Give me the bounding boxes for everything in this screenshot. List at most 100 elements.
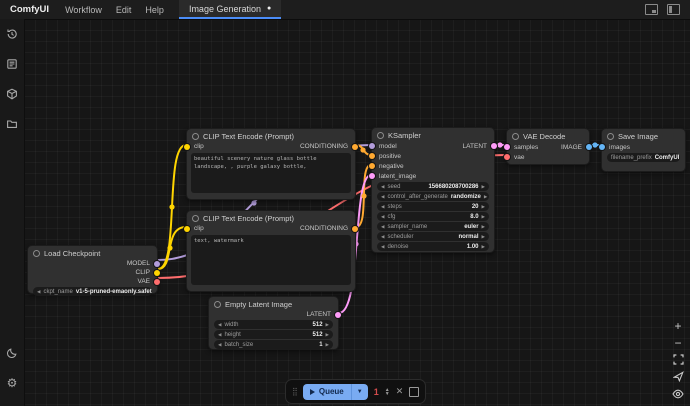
- comfyui-logo[interactable]: ComfyUI: [0, 4, 58, 15]
- output-slot-clip[interactable]: [154, 270, 160, 276]
- node-title-bar[interactable]: KSampler: [372, 128, 494, 141]
- decrement-icon[interactable]: [381, 244, 384, 250]
- prev-value-icon[interactable]: [381, 224, 384, 230]
- increment-icon[interactable]: [326, 342, 329, 348]
- workflows-folder-icon[interactable]: [0, 109, 24, 139]
- input-slot-positive[interactable]: [369, 153, 375, 159]
- widget-denoise[interactable]: denoise 1.00: [377, 242, 489, 251]
- increment-icon[interactable]: [482, 184, 485, 190]
- next-value-icon[interactable]: [482, 224, 485, 230]
- next-value-icon[interactable]: [482, 234, 485, 240]
- menu-help[interactable]: Help: [138, 5, 171, 15]
- input-slot-images[interactable]: [599, 144, 605, 150]
- zoom-in-button[interactable]: +: [671, 320, 685, 331]
- increment-icon[interactable]: [482, 214, 485, 220]
- widget-scheduler[interactable]: scheduler normal: [377, 232, 489, 241]
- node-title-bar[interactable]: VAE Decode: [507, 129, 589, 142]
- stop-icon[interactable]: [409, 387, 419, 397]
- widget-ckpt-name[interactable]: ckpt_name v1-5-pruned-emaonly.safete...: [33, 287, 152, 296]
- node-clip-text-encode-negative[interactable]: CLIP Text Encode (Prompt) clip CONDITION…: [186, 210, 356, 292]
- widget-steps[interactable]: steps 20: [377, 202, 489, 211]
- menu-workflow[interactable]: Workflow: [58, 5, 109, 15]
- select-mode-button[interactable]: [671, 371, 685, 382]
- increment-icon[interactable]: [482, 204, 485, 210]
- widget-batch-size[interactable]: batch_size 1: [214, 340, 333, 349]
- node-title-bar[interactable]: CLIP Text Encode (Prompt): [187, 129, 355, 142]
- theme-toggle-icon[interactable]: [0, 338, 24, 368]
- queue-button[interactable]: Queue ▼: [303, 384, 368, 400]
- toggle-sidebar-icon[interactable]: [667, 4, 680, 15]
- next-value-icon[interactable]: [484, 194, 487, 200]
- workflows-history-icon[interactable]: [0, 19, 24, 49]
- output-slot-conditioning[interactable]: [352, 226, 358, 232]
- widget-width[interactable]: width 512: [214, 320, 333, 329]
- batch-count-stepper[interactable]: ▲▼: [385, 388, 390, 396]
- settings-gear-icon[interactable]: ⚙: [0, 368, 24, 398]
- output-slot-latent[interactable]: [491, 143, 497, 149]
- input-slot-vae[interactable]: [504, 154, 510, 160]
- node-vae-decode[interactable]: VAE Decode samples IMAGE vae: [506, 128, 590, 165]
- node-empty-latent-image[interactable]: Empty Latent Image LATENT width 512 heig…: [208, 296, 339, 350]
- decrement-icon[interactable]: [218, 342, 221, 348]
- prompt-textarea[interactable]: beautiful scenery nature glass bottle la…: [191, 153, 351, 193]
- prev-value-icon[interactable]: [381, 234, 384, 240]
- prev-value-icon[interactable]: [381, 194, 384, 200]
- menu-edit[interactable]: Edit: [109, 5, 139, 15]
- widget-cfg[interactable]: cfg 8.0: [377, 212, 489, 221]
- node-clip-text-encode-positive[interactable]: CLIP Text Encode (Prompt) clip CONDITION…: [186, 128, 356, 200]
- node-title-bar[interactable]: Save Image: [602, 129, 685, 142]
- node-title-bar[interactable]: Empty Latent Image: [209, 297, 338, 310]
- input-label: samples: [514, 144, 538, 151]
- increment-icon[interactable]: [482, 244, 485, 250]
- output-slot-vae[interactable]: [154, 279, 160, 285]
- output-slot-latent[interactable]: [335, 312, 341, 318]
- tab-image-generation[interactable]: Image Generation ●: [179, 0, 281, 19]
- widget-filename-prefix[interactable]: filename_prefix ComfyUI: [607, 153, 680, 162]
- input-slot-latent-image[interactable]: [369, 173, 375, 179]
- increment-icon[interactable]: [326, 332, 329, 338]
- collapse-dot-icon[interactable]: [33, 250, 40, 257]
- prompt-textarea[interactable]: text, watermark: [191, 235, 351, 285]
- input-slot-model[interactable]: [369, 143, 375, 149]
- input-slot-clip[interactable]: [184, 144, 190, 150]
- collapse-dot-icon[interactable]: [214, 301, 221, 308]
- prev-value-icon[interactable]: [37, 289, 40, 295]
- clear-queue-icon[interactable]: ✕: [396, 386, 404, 397]
- node-title-bar[interactable]: CLIP Text Encode (Prompt): [187, 211, 355, 224]
- node-load-checkpoint[interactable]: Load Checkpoint MODEL CLIP VAE ckpt_name…: [27, 245, 158, 294]
- input-slot-clip[interactable]: [184, 226, 190, 232]
- decrement-icon[interactable]: [218, 322, 221, 328]
- fit-view-button[interactable]: [671, 354, 685, 365]
- zoom-out-button[interactable]: −: [671, 337, 685, 348]
- output-slot-model[interactable]: [154, 261, 160, 267]
- decrement-icon[interactable]: [381, 214, 384, 220]
- collapse-dot-icon[interactable]: [192, 133, 199, 140]
- queue-options-chevron-icon[interactable]: ▼: [352, 389, 368, 395]
- node-canvas[interactable]: [24, 19, 690, 406]
- node-save-image[interactable]: Save Image images filename_prefix ComfyU…: [601, 128, 686, 172]
- widget-seed[interactable]: seed 156680208700286: [377, 182, 489, 191]
- input-slot-samples[interactable]: [504, 144, 510, 150]
- increment-icon[interactable]: [326, 322, 329, 328]
- output-slot-conditioning[interactable]: [352, 144, 358, 150]
- output-slot-image[interactable]: [586, 144, 592, 150]
- model-library-icon[interactable]: [0, 79, 24, 109]
- collapse-dot-icon[interactable]: [377, 132, 384, 139]
- decrement-icon[interactable]: [381, 204, 384, 210]
- widget-control-after-generate[interactable]: control_after_generate randomize: [377, 192, 489, 201]
- input-slot-negative[interactable]: [369, 163, 375, 169]
- toggle-link-visibility-icon[interactable]: [671, 388, 685, 399]
- widget-sampler-name[interactable]: sampler_name euler: [377, 222, 489, 231]
- batch-count-value[interactable]: 1: [374, 387, 379, 397]
- node-ksampler[interactable]: KSampler model LATENT positive negative …: [371, 127, 495, 253]
- decrement-icon[interactable]: [218, 332, 221, 338]
- collapse-dot-icon[interactable]: [607, 133, 614, 140]
- toggle-bottom-panel-icon[interactable]: [645, 4, 658, 15]
- collapse-dot-icon[interactable]: [512, 133, 519, 140]
- drag-handle-icon[interactable]: ⣿: [292, 388, 297, 396]
- widget-height[interactable]: height 512: [214, 330, 333, 339]
- node-title-bar[interactable]: Load Checkpoint: [28, 246, 157, 259]
- collapse-dot-icon[interactable]: [192, 215, 199, 222]
- decrement-icon[interactable]: [381, 184, 384, 190]
- queue-log-icon[interactable]: [0, 49, 24, 79]
